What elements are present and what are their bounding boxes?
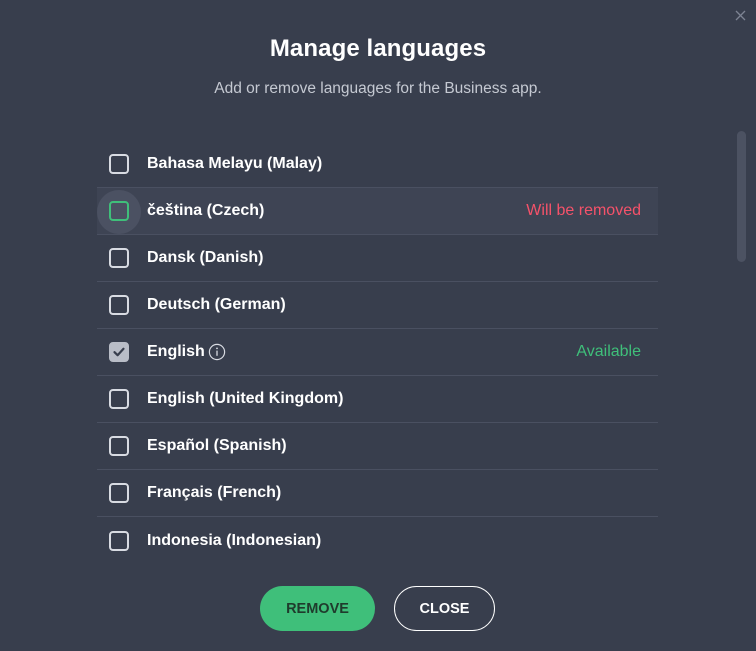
language-checkbox[interactable] bbox=[109, 201, 129, 221]
checkbox-wrapper bbox=[97, 142, 141, 186]
language-checkbox[interactable] bbox=[109, 436, 129, 456]
language-row-danish[interactable]: Dansk (Danish) bbox=[97, 235, 658, 282]
language-checkbox[interactable] bbox=[109, 154, 129, 174]
language-label: English (United Kingdom) bbox=[147, 390, 344, 407]
language-label: Dansk (Danish) bbox=[147, 249, 264, 266]
checkmark-icon bbox=[113, 347, 125, 357]
status-available: Available bbox=[576, 343, 641, 360]
language-checkbox[interactable] bbox=[109, 389, 129, 409]
language-checkbox[interactable] bbox=[109, 295, 129, 315]
language-row-spanish[interactable]: Español (Spanish) bbox=[97, 423, 658, 470]
close-icon[interactable] bbox=[733, 8, 747, 22]
language-row-malay[interactable]: Bahasa Melayu (Malay) bbox=[97, 141, 658, 188]
language-row-czech[interactable]: čeština (Czech) Will be removed bbox=[97, 188, 658, 235]
language-row-french[interactable]: Français (French) bbox=[97, 470, 658, 517]
checkbox-wrapper bbox=[97, 519, 141, 563]
language-checkbox-checked[interactable] bbox=[109, 342, 129, 362]
language-label: Deutsch (German) bbox=[147, 296, 286, 313]
remove-button[interactable]: REMOVE bbox=[260, 586, 375, 631]
checkbox-wrapper bbox=[97, 189, 141, 234]
language-label: čeština (Czech) bbox=[147, 202, 265, 219]
language-label: Español (Spanish) bbox=[147, 437, 287, 454]
language-list: Bahasa Melayu (Malay) čeština (Czech) Wi… bbox=[97, 141, 658, 564]
checkbox-wrapper bbox=[97, 236, 141, 280]
checkbox-wrapper bbox=[97, 377, 141, 421]
checkbox-wrapper bbox=[97, 330, 141, 374]
language-label-text: English bbox=[147, 343, 205, 360]
language-row-indonesian[interactable]: Indonesia (Indonesian) bbox=[97, 517, 658, 564]
language-checkbox[interactable] bbox=[109, 483, 129, 503]
language-checkbox[interactable] bbox=[109, 248, 129, 268]
language-checkbox[interactable] bbox=[109, 530, 129, 551]
close-button[interactable]: CLOSE bbox=[394, 586, 495, 631]
language-row-english-uk[interactable]: English (United Kingdom) bbox=[97, 376, 658, 423]
language-label: Français (French) bbox=[147, 484, 282, 501]
dialog-title: Manage languages bbox=[269, 35, 487, 62]
language-label: Indonesia (Indonesian) bbox=[147, 531, 322, 549]
language-label: English bbox=[147, 343, 226, 361]
checkbox-wrapper bbox=[97, 471, 141, 515]
checkbox-wrapper bbox=[97, 283, 141, 327]
status-will-be-removed: Will be removed bbox=[526, 202, 641, 219]
language-row-english[interactable]: English Available bbox=[97, 329, 658, 376]
dialog-subtitle: Add or remove languages for the Business… bbox=[214, 80, 542, 97]
list-scrollbar[interactable] bbox=[737, 131, 746, 262]
checkbox-wrapper bbox=[97, 424, 141, 468]
language-row-german[interactable]: Deutsch (German) bbox=[97, 282, 658, 329]
manage-languages-dialog: Manage languages Add or remove languages… bbox=[0, 0, 756, 651]
info-icon[interactable] bbox=[208, 343, 226, 361]
language-label: Bahasa Melayu (Malay) bbox=[147, 155, 323, 172]
